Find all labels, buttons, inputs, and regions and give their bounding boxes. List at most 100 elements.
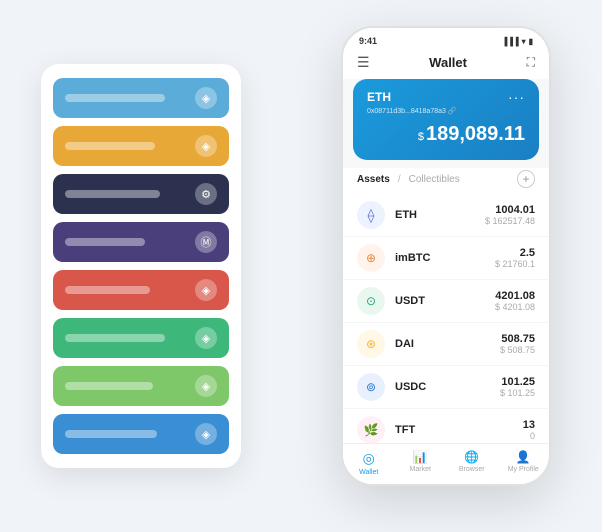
browser-nav-icon: 🌐	[464, 450, 479, 464]
status-time: 9:41	[359, 36, 377, 46]
tft-icon: 🌿	[357, 416, 385, 443]
eth-address: 0x08711d3b...8418a78a3 🔗	[367, 107, 525, 115]
card-bar	[65, 334, 165, 342]
imbtc-icon: ⊕	[357, 244, 385, 272]
eth-label: ETH	[367, 90, 391, 104]
balance-value: 189,089.11	[426, 123, 525, 145]
usdc-amount: 101.25	[500, 376, 535, 388]
card-item[interactable]: ◈	[53, 414, 229, 454]
status-icons: ▐▐▐ ▾ ▮	[502, 37, 533, 46]
asset-item-dai[interactable]: ⊛ DAI 508.75 $ 508.75	[343, 323, 549, 366]
nav-profile-label: My Profile	[508, 466, 539, 473]
page-title: Wallet	[429, 55, 467, 70]
card-item[interactable]: ◈	[53, 270, 229, 310]
phone-header: ☰ Wallet ⛶	[343, 50, 549, 79]
usdt-icon: ⊙	[357, 287, 385, 315]
signal-icon: ▐▐▐	[502, 37, 519, 46]
asset-values-usdt: 4201.08 $ 4201.08	[495, 290, 535, 312]
phone-screen: 9:41 ▐▐▐ ▾ ▮ ☰ Wallet ⛶ ETH ··· 0x0871	[343, 28, 549, 484]
left-panel: ◈ ◈ ⚙ Ⓜ ◈ ◈ ◈ ◈	[41, 64, 241, 468]
tab-assets[interactable]: Assets	[357, 174, 390, 185]
card-icon: ◈	[195, 87, 217, 109]
scan-icon[interactable]: ⛶	[527, 55, 535, 70]
nav-market-label: Market	[410, 466, 431, 473]
profile-nav-icon: 👤	[516, 450, 531, 464]
eth-icon: ⟠	[357, 201, 385, 229]
tft-usd: 0	[523, 431, 535, 441]
card-bar	[65, 430, 157, 438]
asset-name-usdt: USDT	[395, 295, 495, 307]
card-icon: ◈	[195, 375, 217, 397]
asset-list: ⟠ ETH 1004.01 $ 162517.48 ⊕ imBTC 2.5 $ …	[343, 194, 549, 443]
menu-icon[interactable]: ☰	[357, 54, 370, 71]
assets-tabs: Assets / Collectibles	[357, 174, 460, 185]
bottom-nav: ◎ Wallet 📊 Market 🌐 Browser 👤 My Profile	[343, 443, 549, 484]
nav-browser[interactable]: 🌐 Browser	[446, 450, 498, 476]
tab-collectibles[interactable]: Collectibles	[409, 174, 460, 185]
nav-profile[interactable]: 👤 My Profile	[498, 450, 550, 476]
asset-values-usdc: 101.25 $ 101.25	[500, 376, 535, 398]
nav-wallet-label: Wallet	[359, 469, 378, 476]
eth-usd: $ 162517.48	[485, 216, 535, 226]
asset-item-usdt[interactable]: ⊙ USDT 4201.08 $ 4201.08	[343, 280, 549, 323]
eth-menu-dots[interactable]: ···	[508, 89, 525, 105]
card-item[interactable]: ⚙	[53, 174, 229, 214]
currency-symbol: $	[418, 131, 424, 143]
dai-usd: $ 508.75	[500, 345, 535, 355]
card-item[interactable]: ◈	[53, 366, 229, 406]
asset-item-tft[interactable]: 🌿 TFT 13 0	[343, 409, 549, 443]
assets-header: Assets / Collectibles +	[343, 168, 549, 194]
card-bar	[65, 94, 165, 102]
asset-item-imbtc[interactable]: ⊕ imBTC 2.5 $ 21760.1	[343, 237, 549, 280]
eth-amount: 1004.01	[485, 204, 535, 216]
asset-name-eth: ETH	[395, 209, 485, 221]
tft-amount: 13	[523, 419, 535, 431]
asset-name-usdc: USDC	[395, 381, 500, 393]
eth-card[interactable]: ETH ··· 0x08711d3b...8418a78a3 🔗 $189,08…	[353, 79, 539, 160]
add-asset-button[interactable]: +	[517, 170, 535, 188]
eth-card-top: ETH ···	[367, 89, 525, 105]
card-bar	[65, 190, 160, 198]
wifi-icon: ▾	[522, 37, 526, 46]
card-icon: ◈	[195, 423, 217, 445]
wallet-nav-icon: ◎	[363, 450, 375, 467]
nav-market[interactable]: 📊 Market	[395, 450, 447, 476]
status-bar: 9:41 ▐▐▐ ▾ ▮	[343, 28, 549, 50]
asset-name-imbtc: imBTC	[395, 252, 495, 264]
usdc-usd: $ 101.25	[500, 388, 535, 398]
battery-icon: ▮	[529, 37, 533, 46]
dai-icon: ⊛	[357, 330, 385, 358]
card-icon: ⚙	[195, 183, 217, 205]
nav-wallet[interactable]: ◎ Wallet	[343, 450, 395, 476]
card-item[interactable]: ◈	[53, 78, 229, 118]
asset-name-dai: DAI	[395, 338, 500, 350]
card-icon: ◈	[195, 279, 217, 301]
dai-amount: 508.75	[500, 333, 535, 345]
usdt-amount: 4201.08	[495, 290, 535, 302]
usdt-usd: $ 4201.08	[495, 302, 535, 312]
asset-values-imbtc: 2.5 $ 21760.1	[495, 247, 535, 269]
card-bar	[65, 382, 153, 390]
eth-balance: $189,089.11	[367, 123, 525, 146]
imbtc-amount: 2.5	[495, 247, 535, 259]
card-item[interactable]: Ⓜ	[53, 222, 229, 262]
card-bar	[65, 286, 150, 294]
phone-mockup: 9:41 ▐▐▐ ▾ ▮ ☰ Wallet ⛶ ETH ··· 0x0871	[341, 26, 551, 486]
card-bar	[65, 238, 145, 246]
asset-values-dai: 508.75 $ 508.75	[500, 333, 535, 355]
asset-values-tft: 13 0	[523, 419, 535, 441]
card-icon: ◈	[195, 327, 217, 349]
card-item[interactable]: ◈	[53, 126, 229, 166]
usdc-icon: ⊚	[357, 373, 385, 401]
card-bar	[65, 142, 155, 150]
market-nav-icon: 📊	[413, 450, 428, 464]
tab-divider: /	[398, 174, 401, 185]
imbtc-usd: $ 21760.1	[495, 259, 535, 269]
card-icon: Ⓜ	[195, 231, 217, 253]
card-item[interactable]: ◈	[53, 318, 229, 358]
scene: ◈ ◈ ⚙ Ⓜ ◈ ◈ ◈ ◈	[21, 16, 581, 516]
nav-browser-label: Browser	[459, 466, 485, 473]
asset-item-eth[interactable]: ⟠ ETH 1004.01 $ 162517.48	[343, 194, 549, 237]
asset-name-tft: TFT	[395, 424, 523, 436]
asset-item-usdc[interactable]: ⊚ USDC 101.25 $ 101.25	[343, 366, 549, 409]
